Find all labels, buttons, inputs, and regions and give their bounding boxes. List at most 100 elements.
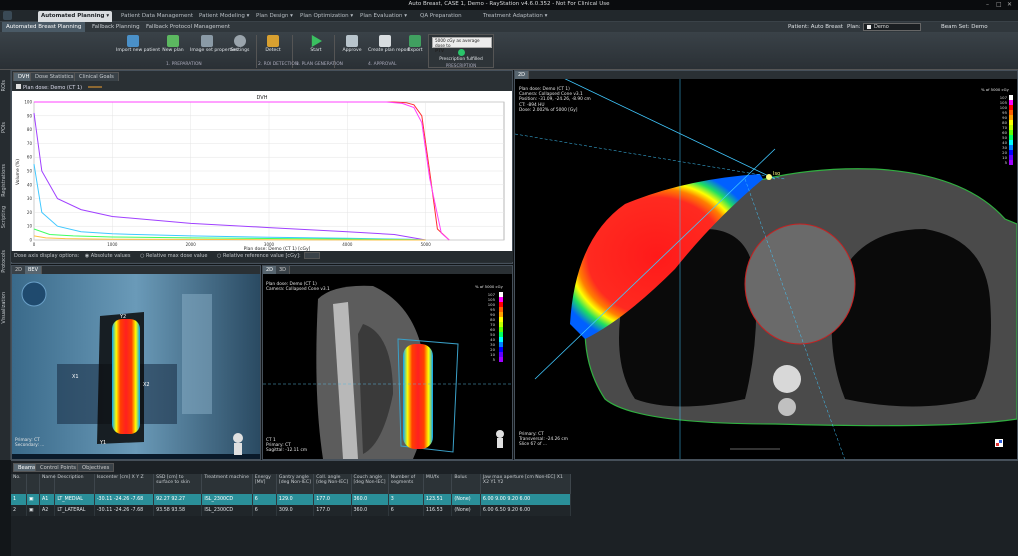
dose-axis-label: Dose axis display options:	[14, 253, 80, 259]
col-icon[interactable]	[26, 474, 41, 494]
new-plan-button[interactable]: New plan	[156, 34, 190, 61]
side-tab-registrations[interactable]: Registrations	[1, 164, 10, 197]
axial-image: Iso	[515, 79, 1017, 459]
beam-icon: ▣	[26, 505, 41, 516]
scale-value-label: 5	[1004, 160, 1007, 165]
tab-3d[interactable]: 3D	[276, 266, 291, 274]
side-tab-visualization[interactable]: Visualization	[1, 292, 10, 324]
beam-table: No. Name Description Isocenter [cm] X Y …	[11, 474, 572, 516]
dvh-chart[interactable]: Plan dose: Demo (CT 1) DVH Volume (%) Pl…	[12, 82, 512, 252]
ax-scale-bars	[1009, 95, 1013, 165]
plan-dose-checkbox[interactable]	[16, 84, 21, 89]
x-tick-label: 0	[33, 242, 36, 247]
nav-plan-design[interactable]: Plan Design ▾	[253, 11, 296, 22]
tab-bev[interactable]: BEV	[25, 266, 43, 274]
export-button[interactable]: Export	[398, 34, 432, 61]
close-icon[interactable]: ✕	[1007, 1, 1012, 8]
tab-2d[interactable]: 2D	[263, 266, 278, 274]
col-coll[interactable]: Coll. angle [deg Non-IEC]	[313, 474, 352, 494]
sagittal-overlay: Plan dose: Demo (CT 1) Camera: Collapsed…	[266, 282, 330, 293]
nav-treatment-adaptation[interactable]: Treatment Adaptation ▾	[480, 11, 550, 22]
beamset-label: Beam Set: Demo	[941, 24, 988, 30]
export-icon	[409, 35, 421, 47]
image-set-properties-button[interactable]: Image set properties	[190, 34, 238, 61]
minimize-icon[interactable]: –	[986, 1, 989, 8]
approve-button[interactable]: Approve	[335, 34, 369, 61]
col-name[interactable]: Name	[39, 474, 56, 494]
tab-2d[interactable]: 2D	[515, 71, 530, 79]
prescription-box[interactable]: 5000 cGy as average dose to PTV	[432, 37, 492, 53]
scale-value-label: 5	[492, 357, 495, 362]
reference-value-input[interactable]	[304, 252, 321, 259]
tab-control-points[interactable]: Control Points	[35, 463, 81, 472]
beam-icon: ▣	[26, 494, 41, 505]
col-segments[interactable]: Number of segments	[388, 474, 424, 494]
nav-qa-preparation[interactable]: QA Preparation	[417, 11, 465, 22]
bev-label-y1: Y1	[99, 440, 106, 446]
bev-viewport[interactable]: 2D BEV Y2 X2 X1 Y1 Primary: CT Secondary…	[11, 265, 261, 460]
col-jaw[interactable]: Jaw max aperture [cm Non-IEC] X1 X2 Y1 Y…	[480, 474, 572, 494]
tab-objectives[interactable]: Objectives	[77, 463, 115, 472]
nav-automated-planning[interactable]: Automated Planning ▾	[38, 11, 113, 22]
table-row[interactable]: 1 ▣ A1 LT_MEDIAL -30.11 -24.26 -7.68 92.…	[11, 494, 572, 505]
side-tab-protocols[interactable]: Protocols	[1, 250, 10, 273]
radio-relative-max[interactable]: ○ Relative max dose value	[140, 253, 207, 259]
iso-label: Iso	[773, 171, 780, 177]
scale-color-swatch	[1009, 160, 1013, 165]
tab-clinical-goals[interactable]: Clinical Goals	[74, 72, 119, 81]
col-gantry[interactable]: Gantry angle [deg Non-IEC]	[276, 474, 315, 494]
side-tab-pois[interactable]: POIs	[1, 122, 10, 133]
axial-viewport[interactable]: 2D Iso Plan dose: Demo (CT 1) Camera: Co…	[514, 70, 1018, 460]
y-tick-label: 100	[24, 100, 32, 105]
radio-relative-ref[interactable]: ○ Relative reference value [cGy]:	[217, 253, 301, 259]
group-label-plan-generation: 3. PLAN GENERATION	[296, 62, 343, 67]
side-tab-rois[interactable]: ROIs	[1, 80, 10, 92]
create-plan-report-button[interactable]: Create plan report	[368, 34, 410, 61]
sag-scale-bars	[499, 292, 503, 362]
check-icon	[458, 49, 465, 56]
table-row[interactable]: 2 ▣ A2 LT_LATERAL -30.11 -24.26 -7.68 93…	[11, 505, 572, 516]
nav-plan-evaluation[interactable]: Plan Evaluation ▾	[357, 11, 410, 22]
nav-patient-data-management[interactable]: Patient Data Management	[118, 11, 196, 22]
patient-label: Patient: Auto Breast	[788, 24, 843, 30]
side-tab-scripting[interactable]: Scripting	[1, 206, 10, 228]
col-machine[interactable]: Treatment machine	[201, 474, 253, 494]
sagittal-header: 2D 3D	[263, 266, 512, 274]
group-label-approval: 4. APPROVAL	[368, 62, 397, 67]
ax-scale-values: 107 105 100 95 90 80 70 60 50 40 30 20 10 5	[991, 95, 1007, 165]
col-no[interactable]: No.	[11, 474, 27, 494]
dvh-panel: DVH Dose Statistics Clinical Goals Plan …	[11, 70, 513, 264]
radio-absolute[interactable]: ◉ Absolute values	[85, 253, 131, 259]
col-ssd[interactable]: SSD [cm] to surface to skin	[153, 474, 203, 494]
image-set-icon	[201, 35, 213, 47]
plan-select[interactable]: Demo	[863, 23, 921, 31]
col-description[interactable]: Description	[54, 474, 95, 494]
start-button[interactable]: Start	[299, 34, 333, 61]
plan-color-icon	[867, 25, 871, 29]
tab-fallback-protocol-management[interactable]: Fallback Protocol Management	[142, 22, 234, 32]
module-nav: Automated Planning ▾ Patient Data Manage…	[0, 10, 1018, 22]
detect-button[interactable]: Detect	[256, 34, 290, 61]
gear-icon	[234, 35, 246, 47]
chart-title: DVH	[257, 95, 268, 101]
col-energy[interactable]: Energy [MV]	[252, 474, 277, 494]
tab-2d[interactable]: 2D	[12, 266, 27, 274]
group-label-roi-detection: 2. ROI DETECTION	[258, 62, 299, 67]
bev-header: 2D BEV	[12, 266, 260, 274]
col-isocenter[interactable]: Isocenter [cm] X Y Z	[94, 474, 155, 494]
import-new-patient-button[interactable]: Import new patient	[116, 34, 160, 61]
tab-automated-breast-planning[interactable]: Automated Breast Planning	[2, 22, 86, 32]
y-tick-label: 70	[27, 141, 33, 146]
tab-fallback-planning[interactable]: Fallback Planning	[88, 22, 144, 32]
maximize-icon[interactable]: □	[996, 1, 1002, 8]
tab-dose-statistics[interactable]: Dose Statistics	[30, 72, 79, 81]
nav-plan-optimization[interactable]: Plan Optimization ▾	[297, 11, 356, 22]
x-tick-label: 1000	[107, 242, 118, 247]
sagittal-viewport[interactable]: 2D 3D Plan dose: Demo (CT 1) Camera: Col…	[262, 265, 513, 460]
col-couch[interactable]: Couch angle [deg Non-IEC]	[351, 474, 389, 494]
settings-button[interactable]: Settings	[223, 34, 257, 61]
nav-patient-modeling[interactable]: Patient Modeling ▾	[196, 11, 252, 22]
col-mu[interactable]: MU/fx	[423, 474, 453, 494]
app-menu-icon[interactable]	[3, 11, 12, 20]
col-bolus[interactable]: Bolus	[451, 474, 481, 494]
